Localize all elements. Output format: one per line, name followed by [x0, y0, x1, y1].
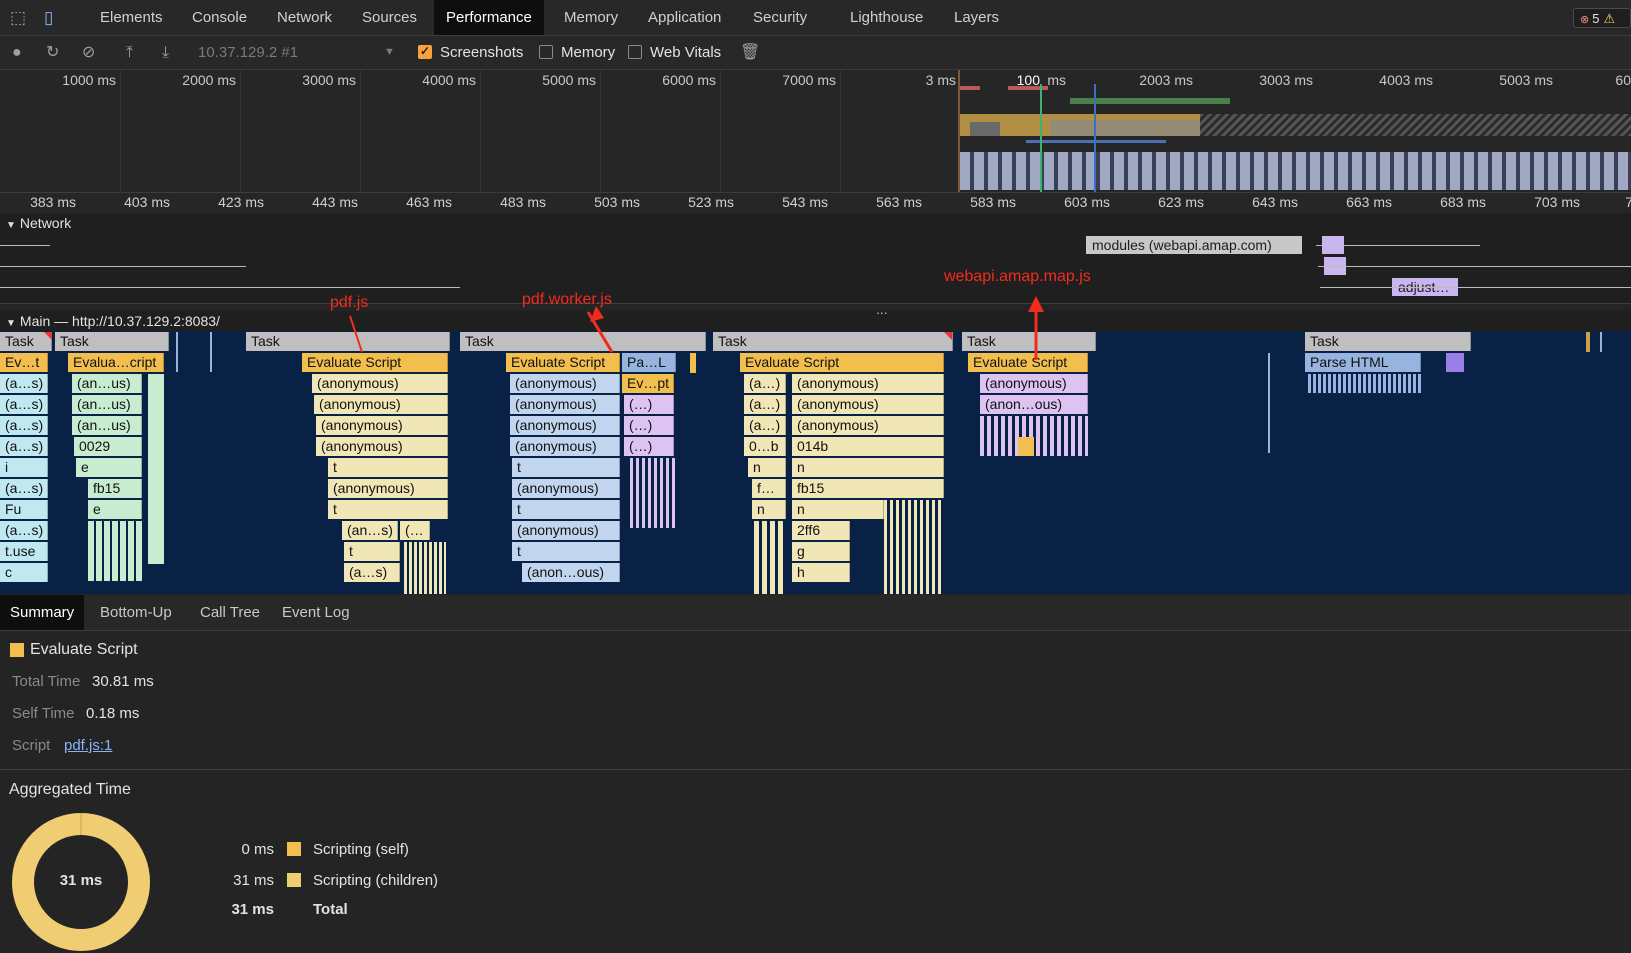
details-tabbar: Summary Bottom-Up Call Tree Event Log — [0, 595, 1631, 631]
legend-swatch — [287, 873, 301, 887]
arrow-head-icon — [590, 306, 604, 322]
total-time-key: Total Time — [12, 673, 81, 690]
self-time-value: 0.18 ms — [86, 705, 140, 722]
legend-label: Scripting (children) — [313, 872, 439, 889]
donut-total-label: 31 ms — [59, 872, 103, 889]
total-time-value: 30.81 ms — [92, 673, 154, 690]
script-link[interactable]: pdf.js:1 — [64, 737, 112, 754]
divider — [0, 769, 1631, 770]
self-time-key: Self Time — [12, 705, 75, 722]
script-key: Script — [12, 737, 51, 754]
legend-value: 31 ms — [233, 872, 274, 889]
tab-bottom-up[interactable]: Bottom-Up — [100, 595, 172, 630]
arrow-head-icon — [1028, 296, 1044, 312]
arrow-icon — [349, 315, 363, 353]
legend-value: 31 ms — [231, 901, 274, 918]
aggregated-time-heading: Aggregated Time — [9, 781, 131, 798]
category-swatch — [10, 643, 24, 657]
tab-call-tree[interactable]: Call Tree — [200, 595, 260, 630]
legend-label: Scripting (self) — [313, 841, 409, 858]
legend-value: 0 ms — [241, 841, 274, 858]
tab-event-log[interactable]: Event Log — [282, 595, 350, 630]
legend-swatch — [287, 842, 301, 856]
tab-summary[interactable]: Summary — [0, 595, 85, 630]
summary-title: Evaluate Script — [30, 641, 138, 658]
legend-label: Total — [313, 901, 348, 918]
summary-panel: Evaluate Script Total Time 30.81 ms Self… — [0, 631, 1631, 951]
